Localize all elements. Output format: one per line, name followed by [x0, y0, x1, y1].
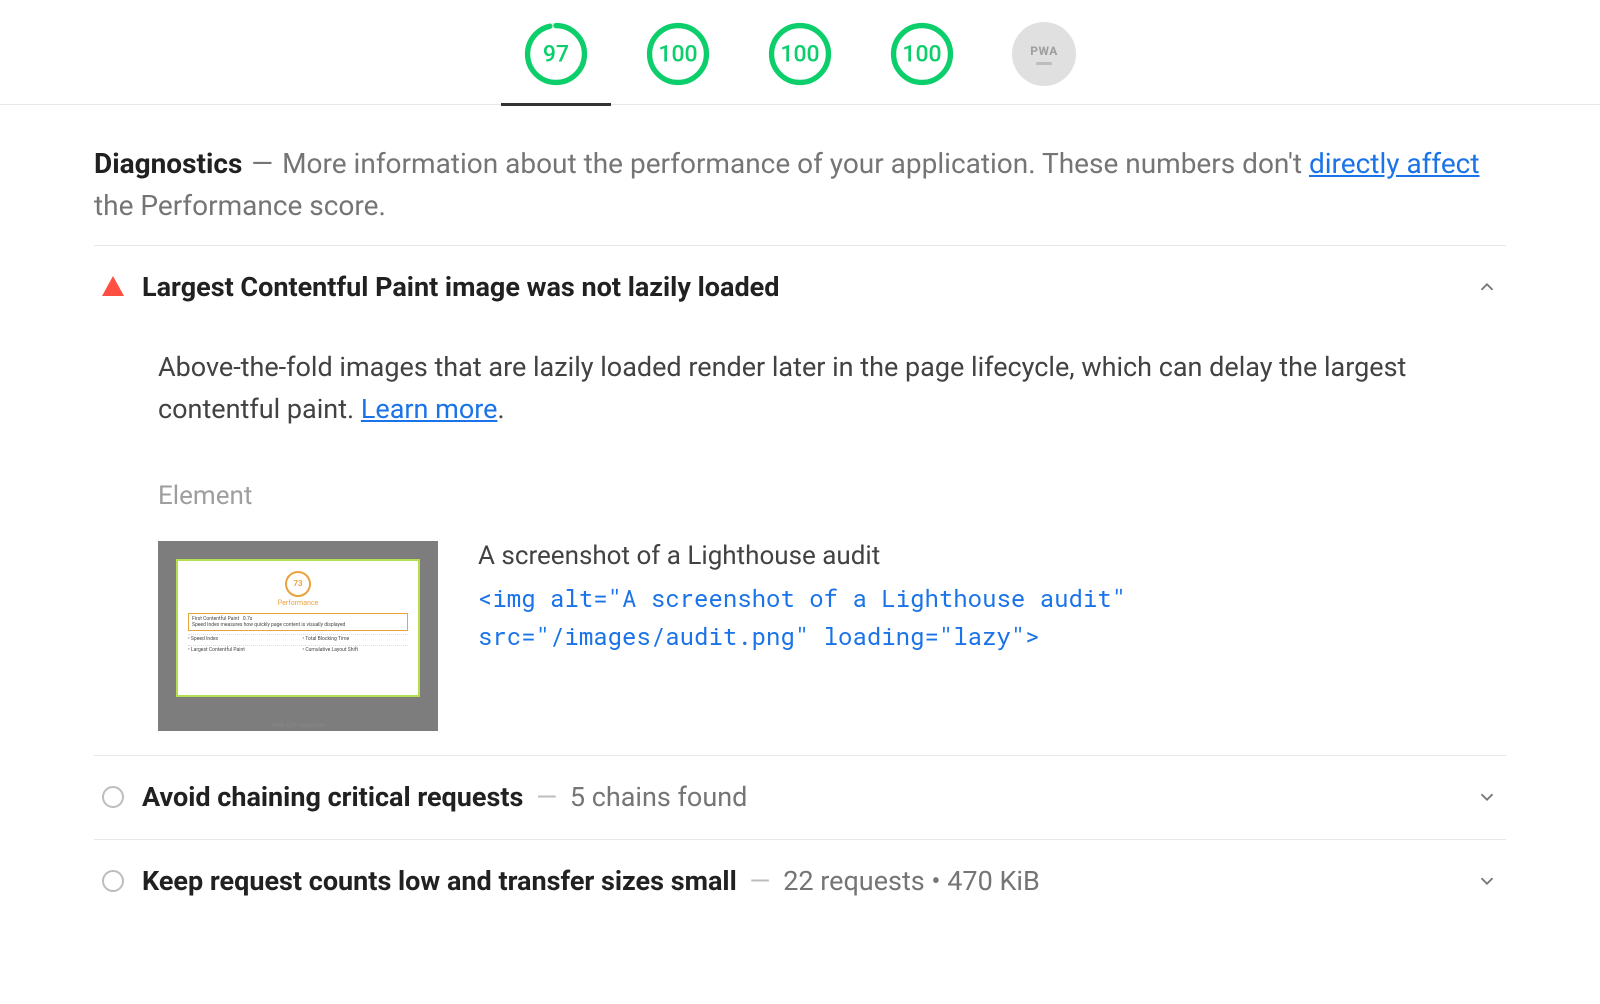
- audit-toggle[interactable]: Keep request counts low and transfer siz…: [102, 864, 1506, 899]
- pwa-badge[interactable]: PWA: [1012, 22, 1076, 86]
- score-value: 100: [658, 41, 697, 68]
- score-underline: [501, 103, 611, 106]
- chevron-down-icon: [1476, 786, 1498, 812]
- diagnostics-desc-post: the Performance score.: [94, 189, 386, 222]
- element-thumbnail[interactable]: 73 Performance First Contentful Paint 0.…: [158, 541, 438, 731]
- directly-affect-link[interactable]: directly affect: [1309, 147, 1480, 180]
- score-bar: 97 100 100 100 PWA: [0, 0, 1600, 105]
- audit-title: Avoid chaining critical requests: [142, 781, 523, 813]
- audit-title: Keep request counts low and transfer siz…: [142, 865, 737, 897]
- audit-toggle[interactable]: Largest Contentful Paint image was not l…: [102, 270, 1506, 305]
- element-code: <img alt="A screenshot of a Lighthouse a…: [478, 579, 1466, 656]
- pwa-label: PWA: [1030, 44, 1058, 58]
- thumb-gauge: 73: [285, 571, 311, 597]
- score-gauge-seo[interactable]: 100: [890, 22, 954, 86]
- score-value: 100: [780, 41, 819, 68]
- score-gauge-accessibility[interactable]: 100: [646, 22, 710, 86]
- audit-chaining-requests: Avoid chaining critical requests — 5 cha…: [94, 755, 1506, 839]
- audit-list: Largest Contentful Paint image was not l…: [94, 245, 1506, 923]
- pwa-dash-icon: [1036, 62, 1052, 65]
- score-value: 100: [902, 41, 941, 68]
- chevron-down-icon: [1476, 870, 1498, 896]
- audit-request-counts: Keep request counts low and transfer siz…: [94, 839, 1506, 923]
- audit-subtitle: 22 requests • 470 KiB: [783, 865, 1040, 897]
- thumb-footer: What LCP measures: [271, 722, 325, 729]
- diagnostics-section: Diagnostics — More information about the…: [0, 105, 1600, 923]
- audit-subtitle: 5 chains found: [570, 781, 747, 813]
- score-gauge-performance[interactable]: 97: [524, 22, 588, 86]
- score-gauge-best-practices[interactable]: 100: [768, 22, 832, 86]
- diagnostics-desc-pre: More information about the performance o…: [282, 147, 1309, 180]
- diagnostics-header: Diagnostics — More information about the…: [94, 143, 1506, 227]
- audit-description: Above-the-fold images that are lazily lo…: [158, 347, 1466, 431]
- audit-title: Largest Contentful Paint image was not l…: [142, 271, 779, 303]
- dash: —: [251, 147, 273, 180]
- element-section-label: Element: [158, 481, 1466, 511]
- learn-more-link[interactable]: Learn more: [361, 393, 498, 425]
- element-caption: A screenshot of a Lighthouse audit: [478, 541, 1466, 571]
- warning-triangle-icon: [102, 276, 122, 296]
- info-circle-icon: [102, 870, 122, 890]
- thumb-perf-label: Performance: [188, 599, 408, 607]
- info-circle-icon: [102, 786, 122, 806]
- diagnostics-title: Diagnostics: [94, 147, 242, 180]
- chevron-up-icon: [1476, 276, 1498, 302]
- audit-lcp-lazy-load: Largest Contentful Paint image was not l…: [94, 245, 1506, 755]
- audit-toggle[interactable]: Avoid chaining critical requests — 5 cha…: [102, 780, 1506, 815]
- score-value: 97: [543, 41, 569, 68]
